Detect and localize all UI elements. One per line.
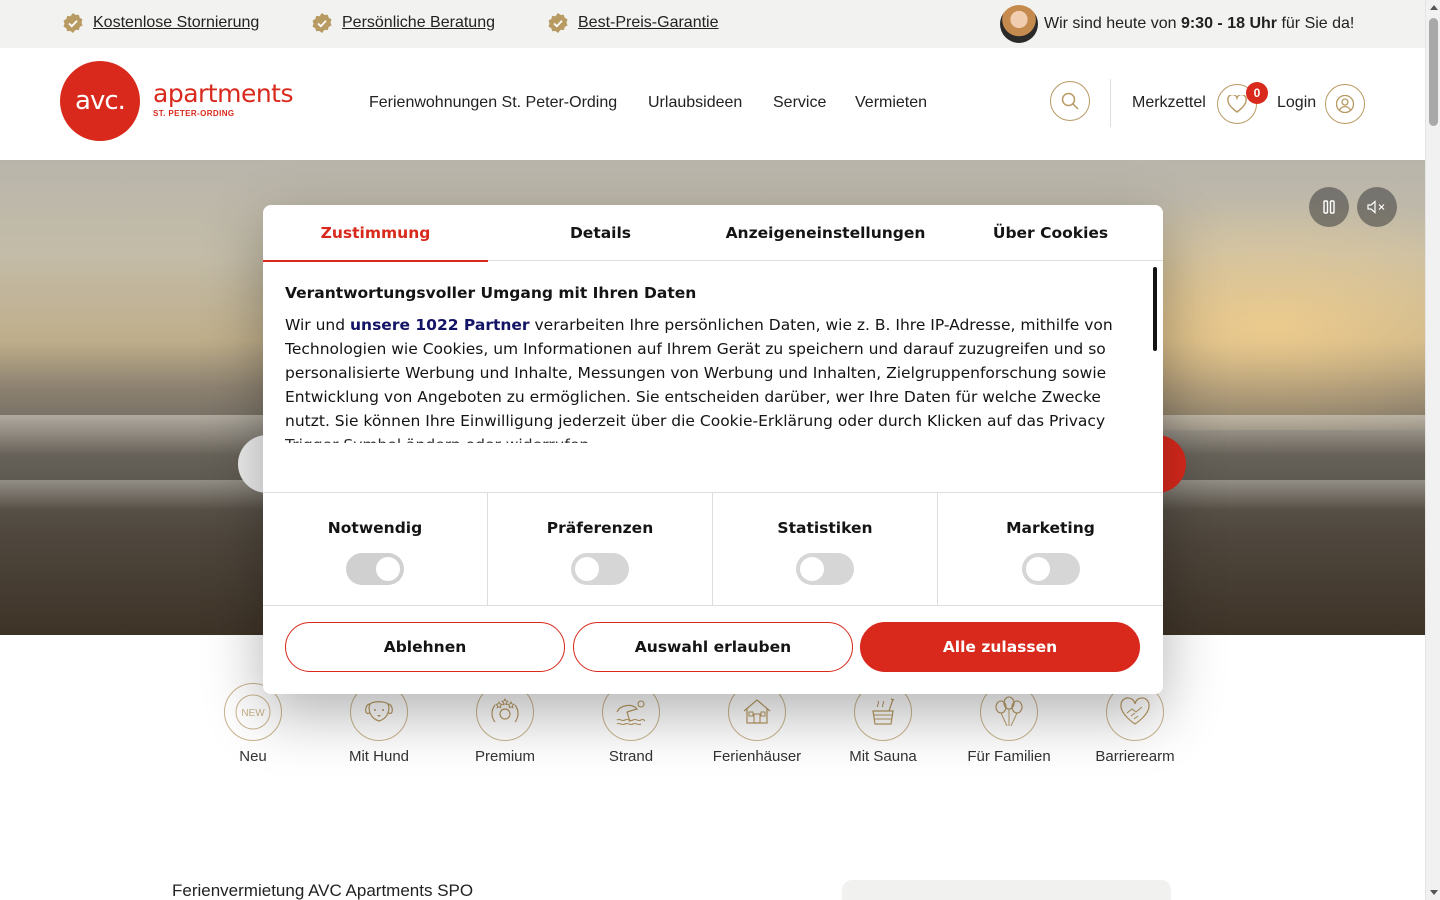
consent-categories: Notwendig Präferenzen Statistiken Market… (263, 492, 1163, 606)
usp-link[interactable]: Best-Preis-Garantie (578, 14, 719, 32)
premium-icon (491, 697, 519, 723)
check-badge-icon (312, 13, 332, 33)
category-dog[interactable]: Mit Hund (324, 683, 434, 765)
cookie-tabs: Zustimmung Details Anzeigeneinstellungen… (263, 205, 1163, 262)
toggle-label: Statistiken (777, 519, 873, 537)
beach-icon (616, 700, 646, 726)
opening-hours: Wir sind heute von 9:30 - 18 Uhr für Sie… (1000, 5, 1354, 43)
category-label: Barrierearm (1095, 748, 1175, 765)
family-icon (995, 696, 1023, 727)
login-button[interactable] (1325, 84, 1365, 124)
toggle-preferences: Präferenzen (488, 493, 713, 606)
toggle-statistics: Statistiken (713, 493, 938, 606)
category-premium[interactable]: Premium (450, 683, 560, 765)
search-button[interactable] (1050, 81, 1090, 121)
category-family[interactable]: Für Familien (954, 683, 1064, 765)
partners-link[interactable]: unsere 1022 Partner (350, 316, 530, 334)
nav-holiday-apartments[interactable]: Ferienwohnungen St. Peter-Ording (369, 94, 617, 112)
usp-cancellation[interactable]: Kostenlose Stornierung (62, 12, 259, 34)
login-label[interactable]: Login (1277, 94, 1316, 112)
category-houses[interactable]: Ferienhäuser (702, 683, 812, 765)
category-label: Für Familien (967, 748, 1051, 765)
muted-speaker-icon (1367, 200, 1385, 214)
avatar (1000, 5, 1038, 43)
category-accessible[interactable]: Barrierearm (1080, 683, 1190, 765)
category-sauna[interactable]: Mit Sauna (828, 683, 938, 765)
category-label: Strand (608, 748, 654, 765)
category-label: Mit Sauna (849, 748, 917, 765)
usp-link[interactable]: Kostenlose Stornierung (93, 14, 259, 32)
category-beach[interactable]: Strand (576, 683, 686, 765)
section-title: Ferienvermietung AVC Apartments SPO (172, 881, 474, 900)
usp-best-price[interactable]: Best-Preis-Garantie (547, 12, 719, 34)
header-divider (1110, 79, 1111, 127)
pause-button[interactable] (1309, 187, 1349, 227)
consent-body: Verantwortungsvoller Umgang mit Ihren Da… (285, 284, 1141, 443)
user-icon (1335, 94, 1355, 114)
dog-icon (365, 701, 393, 722)
info-card (842, 880, 1171, 900)
preferences-switch[interactable] (571, 553, 629, 585)
nav-rent-out[interactable]: Vermieten (855, 94, 927, 112)
logo-wordmark[interactable]: apartments (153, 81, 294, 106)
toggle-label: Marketing (1006, 519, 1095, 537)
category-label: Mit Hund (348, 748, 410, 765)
usp-link[interactable]: Persönliche Beratung (342, 14, 495, 32)
nav-service[interactable]: Service (773, 94, 826, 112)
category-label: Ferienhäuser (712, 748, 802, 765)
category-new[interactable]: NEW Neu (198, 683, 308, 765)
pause-icon (1323, 200, 1335, 214)
scroll-up-arrow-icon[interactable] (1430, 5, 1438, 10)
consent-scrollbar[interactable] (1153, 267, 1157, 351)
check-badge-icon (63, 13, 83, 33)
tab-consent[interactable]: Zustimmung (263, 205, 488, 262)
mute-button[interactable] (1357, 187, 1397, 227)
logo-subtitle: ST. PETER-ORDING (153, 109, 235, 118)
accessible-icon (1120, 697, 1150, 725)
logo-mark[interactable]: avc. (60, 61, 140, 141)
toggle-label: Präferenzen (546, 519, 654, 537)
search-icon (1061, 92, 1079, 110)
hours-text: Wir sind heute von 9:30 - 18 Uhr für Sie… (1044, 15, 1355, 32)
svg-text:NEW: NEW (241, 708, 265, 719)
house-icon (743, 699, 771, 724)
sauna-icon (872, 698, 895, 725)
toggle-marketing: Marketing (938, 493, 1163, 606)
necessary-switch[interactable] (346, 553, 404, 585)
toggle-necessary: Notwendig (263, 493, 488, 606)
statistics-switch[interactable] (796, 553, 854, 585)
check-badge-icon (548, 13, 568, 33)
toggle-label: Notwendig (327, 519, 423, 537)
consent-text: Wir und unsere 1022 Partner verarbeiten … (285, 316, 1113, 443)
marketing-switch[interactable] (1021, 553, 1080, 585)
text-fade (263, 435, 1143, 493)
category-label: Premium (474, 748, 535, 765)
scrollbar-thumb[interactable] (1429, 18, 1438, 126)
page-scrollbar[interactable] (1425, 0, 1440, 900)
site-header: avc. apartments ST. PETER-ORDING Ferienw… (0, 48, 1425, 160)
consent-heading: Verantwortungsvoller Umgang mit Ihren Da… (285, 284, 697, 302)
allow-selection-button[interactable]: Auswahl erlauben (573, 622, 853, 672)
wishlist-count-badge: 0 (1246, 82, 1268, 104)
category-label: Neu (239, 748, 267, 765)
heart-icon (1227, 95, 1247, 113)
usp-consulting[interactable]: Persönliche Beratung (311, 12, 495, 34)
tab-about-cookies[interactable]: Über Cookies (938, 205, 1163, 261)
scroll-down-arrow-icon[interactable] (1430, 890, 1438, 895)
deny-button[interactable]: Ablehnen (285, 622, 565, 672)
top-bar: Kostenlose Stornierung Persönliche Berat… (0, 0, 1425, 48)
cookie-consent-dialog: Zustimmung Details Anzeigeneinstellungen… (263, 205, 1163, 694)
wishlist-label[interactable]: Merkzettel (1132, 94, 1206, 112)
tab-details[interactable]: Details (488, 205, 713, 261)
new-icon: NEW (235, 694, 271, 730)
tab-ad-settings[interactable]: Anzeigeneinstellungen (713, 205, 938, 261)
allow-all-button[interactable]: Alle zulassen (860, 622, 1140, 672)
nav-holiday-ideas[interactable]: Urlaubsideen (648, 94, 742, 112)
